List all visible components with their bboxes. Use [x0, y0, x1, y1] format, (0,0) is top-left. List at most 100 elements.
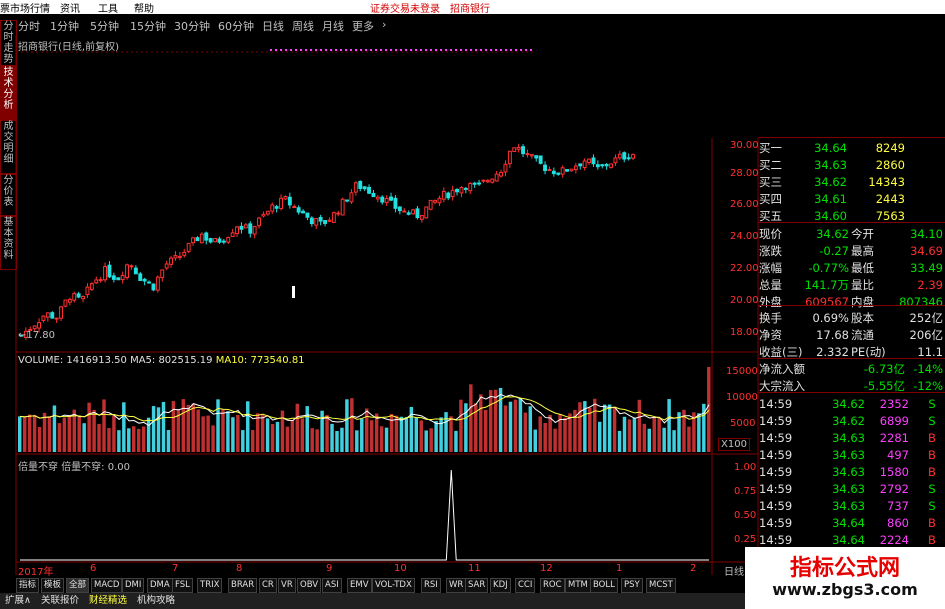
watermark-url: www.zbgs3.com	[772, 580, 918, 599]
volume-bar	[588, 407, 592, 452]
indicator-tab[interactable]: FSL	[172, 578, 193, 593]
volume-bar	[657, 417, 661, 452]
status-institution-tab[interactable]: 机构攻略	[134, 594, 178, 607]
candle	[472, 182, 477, 185]
indicator-tab[interactable]: OBV	[297, 578, 322, 593]
indicator-tab[interactable]: SAR	[465, 578, 489, 593]
volume-bar	[464, 403, 468, 452]
bid-label: 买二	[759, 158, 782, 172]
candle	[85, 286, 90, 296]
indicator-tab[interactable]: WR	[446, 578, 467, 593]
candle	[503, 163, 508, 173]
bid-price: 34.64	[814, 141, 847, 155]
candle	[362, 186, 367, 190]
volume-bar	[697, 413, 701, 452]
quote-label: 现价	[759, 227, 782, 241]
candle	[353, 182, 358, 193]
indicator-tab[interactable]: TRIX	[197, 578, 223, 593]
candle	[389, 196, 394, 201]
volume-bar	[335, 430, 339, 452]
indicator-tab[interactable]: EMV	[347, 578, 372, 593]
volume-bar	[508, 401, 513, 452]
candle	[160, 269, 165, 279]
volume-bar	[498, 387, 503, 452]
indicator-tab[interactable]: 全部	[66, 578, 90, 593]
volume-bar	[345, 399, 349, 452]
volume-bar	[483, 409, 488, 452]
indicator-tab[interactable]: RSI	[421, 578, 441, 593]
indicator-tab[interactable]: KDJ	[490, 578, 511, 593]
tick-time: 14:59	[759, 482, 793, 496]
indicator-tab[interactable]: ROC	[540, 578, 565, 593]
volume-bar	[270, 424, 275, 452]
volume-bar	[246, 401, 250, 452]
volume-bar	[374, 413, 379, 452]
volume-bar	[226, 411, 230, 452]
candle	[261, 213, 266, 217]
indicator-tab[interactable]: 模板	[41, 578, 65, 593]
fund-label: 流通	[851, 328, 874, 342]
volume-bar	[622, 416, 627, 452]
indicator-tab[interactable]: MACD	[91, 578, 123, 593]
tick-time: 14:59	[759, 397, 793, 411]
candle	[600, 164, 605, 167]
volume-bar	[166, 430, 171, 452]
indicator-tab[interactable]: MCST	[646, 578, 676, 593]
date-axis-period[interactable]: 日线	[724, 563, 744, 578]
candle	[631, 154, 635, 159]
indicator-tab[interactable]: PSY	[621, 578, 643, 593]
volume-bar	[295, 403, 300, 452]
indicator-tab[interactable]: CCI	[515, 578, 536, 593]
volume-bar	[602, 404, 607, 452]
tick-side: B	[928, 431, 936, 445]
volume-bar	[493, 389, 498, 452]
candle	[419, 215, 424, 220]
volume-bar	[97, 423, 101, 452]
candle	[221, 240, 226, 243]
indicator-tab[interactable]: BRAR	[228, 578, 258, 593]
candle	[547, 169, 552, 172]
volume-bar	[241, 430, 245, 452]
indicator-tab[interactable]: VOL-TDX	[372, 578, 415, 593]
fund-value: 252亿	[909, 311, 943, 325]
quote-value: 2.39	[917, 278, 943, 292]
indicator-tab[interactable]: MTM	[565, 578, 591, 593]
indicator-tab[interactable]: 指标	[16, 578, 40, 593]
candle	[380, 196, 385, 203]
candle	[314, 218, 319, 226]
candle	[626, 157, 631, 160]
candle	[587, 158, 591, 164]
candle	[485, 180, 490, 183]
candle	[155, 276, 160, 291]
candle	[213, 238, 218, 243]
candle	[477, 182, 482, 185]
candle	[411, 209, 416, 215]
tick-price: 34.62	[832, 397, 865, 411]
flow-label: 净流入额	[759, 362, 805, 376]
indicator-tab[interactable]: BOLL	[590, 578, 618, 593]
status-finance-tab[interactable]: 财经精选	[86, 594, 130, 607]
volume-bar	[127, 428, 131, 452]
tick-time: 14:59	[759, 414, 793, 428]
candle	[613, 157, 618, 164]
candle	[173, 255, 178, 259]
status-expand-tab[interactable]: 扩展∧	[2, 594, 34, 607]
indicator-tab[interactable]: ASI	[322, 578, 342, 593]
indicator-tab[interactable]: CR	[259, 578, 277, 593]
status-related-quotes-tab[interactable]: 关联报价	[38, 594, 82, 607]
candle	[296, 207, 301, 213]
quote-value: 34.69	[910, 244, 943, 258]
volume-bar	[533, 429, 537, 452]
date-month-2: 2	[690, 563, 697, 574]
candle	[345, 199, 350, 202]
candle	[208, 238, 213, 243]
volume-bar	[429, 428, 433, 452]
indicator-tab[interactable]: VR	[278, 578, 296, 593]
volume-bar	[102, 399, 106, 452]
book-separator	[758, 222, 945, 223]
candle	[609, 163, 613, 168]
volume-bar	[647, 428, 652, 452]
candle	[371, 192, 376, 198]
indicator-tab[interactable]: DMI	[122, 578, 145, 593]
indicator-tab[interactable]: DMA	[147, 578, 173, 593]
